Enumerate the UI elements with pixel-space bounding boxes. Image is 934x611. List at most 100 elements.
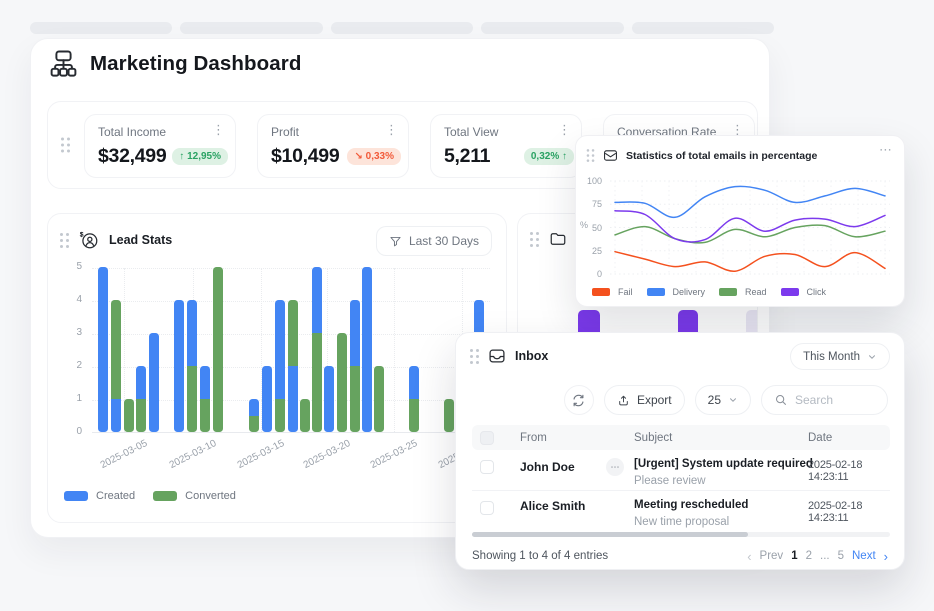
bar bbox=[98, 267, 108, 432]
drag-handle[interactable] bbox=[61, 138, 70, 153]
bar-segment-converted bbox=[124, 399, 134, 432]
bar bbox=[111, 300, 121, 432]
search-input[interactable] bbox=[795, 393, 875, 407]
inbox-icon bbox=[488, 347, 506, 365]
subject-cell: [Urgent] System update requiredPlease re… bbox=[634, 458, 802, 487]
y-tick-label: 0 bbox=[48, 426, 82, 437]
date-cell: 2025-02-18 14:23:11 bbox=[802, 458, 890, 483]
bar-segment-created bbox=[288, 366, 298, 432]
bar bbox=[200, 366, 210, 432]
subject-cell: Meeting rescheduledNew time proposal bbox=[634, 499, 802, 528]
table-row[interactable]: John Doe⋯[Urgent] System update required… bbox=[472, 450, 890, 491]
last-30-days-filter-button[interactable]: Last 30 Days bbox=[376, 226, 492, 256]
envelope-icon bbox=[603, 148, 618, 163]
drag-handle[interactable] bbox=[470, 349, 479, 364]
table-row[interactable]: Alice SmithMeeting rescheduledNew time p… bbox=[472, 491, 890, 532]
sitemap-icon bbox=[48, 48, 79, 79]
inbox-footer: Showing 1 to 4 of 4 entries ‹ Prev 12...… bbox=[472, 543, 888, 569]
bar bbox=[213, 267, 223, 432]
bar-segment-converted bbox=[337, 333, 347, 432]
bar-segment-created bbox=[409, 366, 419, 399]
drag-handle[interactable] bbox=[587, 149, 595, 162]
legend-item: Delivery bbox=[647, 287, 706, 297]
refresh-button[interactable] bbox=[564, 385, 594, 415]
bar-segment-created bbox=[312, 267, 322, 333]
page-button[interactable]: 1 bbox=[791, 550, 797, 562]
select-all-checkbox[interactable] bbox=[480, 431, 494, 445]
legend-swatch bbox=[153, 491, 177, 501]
card-menu-button[interactable]: ⋯ bbox=[879, 142, 892, 158]
period-dropdown[interactable]: This Month bbox=[790, 343, 890, 370]
kebab-menu-icon[interactable]: ⋮ bbox=[212, 123, 225, 136]
email-stats-title: Statistics of total emails in percentage bbox=[626, 150, 817, 162]
stat-label: Total Income bbox=[98, 125, 166, 139]
dashboard-header: Marketing Dashboard bbox=[48, 48, 302, 79]
next-chevron[interactable]: › bbox=[884, 549, 888, 564]
inbox-table: FromSubjectDateJohn Doe⋯[Urgent] System … bbox=[472, 425, 890, 532]
stat-label: Total View bbox=[444, 125, 498, 139]
bar bbox=[275, 300, 285, 432]
column-header: Date bbox=[802, 432, 890, 444]
email-stats-card: Statistics of total emails in percentage… bbox=[575, 135, 905, 307]
row-checkbox[interactable] bbox=[480, 501, 494, 515]
page-button[interactable]: 2 bbox=[806, 550, 812, 562]
legend-label: Click bbox=[807, 287, 827, 297]
y-tick-label: 2 bbox=[48, 360, 82, 371]
bar bbox=[187, 300, 197, 432]
chevron-down-icon bbox=[867, 352, 877, 362]
subject-preview: New time proposal bbox=[634, 516, 802, 528]
bar-segment-created bbox=[275, 300, 285, 399]
drag-handle[interactable] bbox=[60, 233, 69, 248]
bar-segment-converted bbox=[187, 366, 197, 432]
pagination: ‹ Prev 12...5 Next › bbox=[747, 549, 888, 564]
next-button[interactable]: Next bbox=[852, 550, 876, 562]
legend-label: Fail bbox=[618, 287, 633, 297]
trend-badge: ↑ 12,95% bbox=[172, 148, 228, 165]
bar bbox=[300, 399, 310, 432]
export-button[interactable]: Export bbox=[604, 385, 685, 415]
trend-badge: ↘ 0,33% bbox=[347, 148, 401, 165]
bar-segment-created bbox=[187, 300, 197, 366]
bar-chart-legend: Created Converted bbox=[64, 490, 236, 502]
bar bbox=[362, 267, 372, 432]
bar-chart-plot bbox=[92, 268, 490, 433]
chevron-down-icon bbox=[728, 395, 738, 405]
bar-segment-created bbox=[324, 366, 334, 432]
bar-segment-converted bbox=[200, 399, 210, 432]
kebab-menu-icon[interactable]: ⋮ bbox=[385, 123, 398, 136]
legend-item: Created bbox=[64, 490, 135, 502]
bar bbox=[136, 366, 146, 432]
page-button[interactable]: 5 bbox=[838, 550, 844, 562]
x-tick-label: 2025-03-20 bbox=[302, 438, 353, 471]
legend-swatch bbox=[64, 491, 88, 501]
bar bbox=[312, 267, 322, 432]
scrollbar-thumb[interactable] bbox=[472, 532, 748, 537]
bar bbox=[124, 399, 134, 432]
refresh-icon bbox=[571, 393, 586, 408]
row-menu-button[interactable]: ⋯ bbox=[606, 458, 624, 476]
kebab-menu-icon[interactable]: ⋮ bbox=[558, 123, 571, 136]
horizontal-scrollbar[interactable] bbox=[472, 532, 890, 537]
bar-segment-created bbox=[111, 399, 121, 432]
line-chart-legend: FailDeliveryReadClick bbox=[592, 287, 826, 297]
column-header: From bbox=[516, 432, 634, 444]
legend-label: Converted bbox=[185, 490, 236, 502]
drag-handle[interactable] bbox=[530, 232, 539, 247]
search-input-wrapper[interactable] bbox=[761, 385, 888, 415]
prev-chevron[interactable]: ‹ bbox=[747, 549, 751, 564]
search-icon bbox=[774, 393, 788, 407]
prev-button[interactable]: Prev bbox=[760, 550, 784, 562]
folder-icon bbox=[549, 230, 567, 248]
table-header-row: FromSubjectDate bbox=[472, 425, 890, 450]
background-card-row bbox=[30, 22, 774, 34]
bar bbox=[288, 300, 298, 432]
legend-item: Converted bbox=[153, 490, 236, 502]
bar-segment-converted bbox=[444, 399, 454, 432]
bar-segment-created bbox=[262, 366, 272, 432]
legend-item: Fail bbox=[592, 287, 633, 297]
row-checkbox[interactable] bbox=[480, 460, 494, 474]
page-size-dropdown[interactable]: 25 bbox=[695, 385, 751, 415]
y-tick-label: 5 bbox=[48, 261, 82, 272]
stat-card-total-income: Total Income⋮$32,499↑ 12,95% bbox=[84, 114, 236, 178]
bar-segment-converted bbox=[111, 300, 121, 399]
